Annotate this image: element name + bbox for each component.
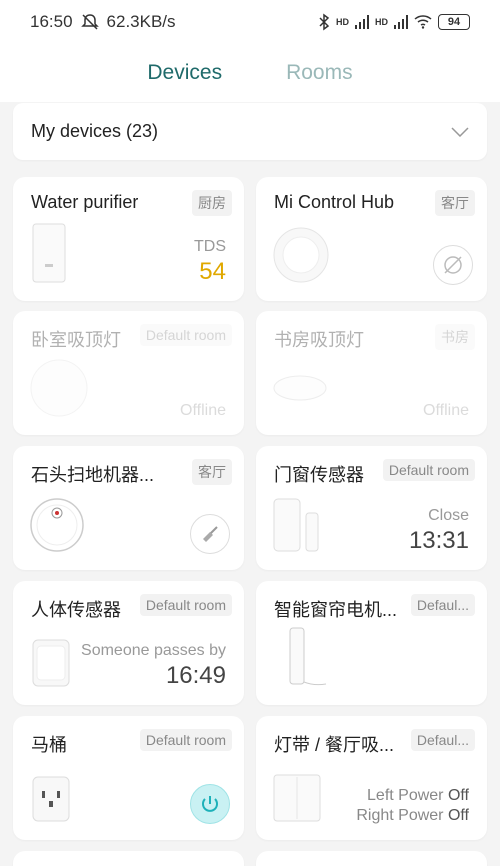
- clean-button[interactable]: [190, 514, 230, 554]
- room-badge: Defaul...: [410, 729, 475, 751]
- device-card-partial[interactable]: [13, 851, 244, 866]
- device-name: 灯带 / 餐厅吸...: [274, 735, 395, 755]
- device-name: Mi Control Hub: [274, 192, 395, 212]
- light-off-icon: [444, 256, 462, 274]
- power-toggle-button[interactable]: [190, 784, 230, 824]
- offline-status: Offline: [423, 402, 469, 419]
- device-name: 智能窗帘电机...: [274, 600, 398, 620]
- tds-label: TDS: [194, 238, 226, 255]
- room-badge: 客厅: [192, 459, 232, 485]
- device-card-door-window-sensor[interactable]: 门窗传感器 Default room Close 13:31: [256, 446, 487, 570]
- room-badge: 客厅: [435, 190, 475, 216]
- device-card-bedroom-ceiling-light[interactable]: 卧室吸顶灯 Default room Offline: [13, 311, 244, 435]
- device-card-toilet-plug[interactable]: 马桶 Default room: [13, 716, 244, 840]
- left-power-label: Left Power: [367, 787, 444, 804]
- device-name: 石头扫地机器...: [31, 465, 155, 485]
- ceiling-light-image: [272, 374, 328, 407]
- device-card-dual-switch[interactable]: 灯带 / 餐厅吸... Defaul... Left Power Off Rig…: [256, 716, 487, 840]
- wall-switch-image: [272, 773, 322, 828]
- wifi-icon: [414, 15, 432, 29]
- signal-icon: HD: [336, 17, 349, 27]
- room-badge: 厨房: [192, 190, 232, 216]
- room-badge: Defaul...: [410, 594, 475, 616]
- network-speed: 62.3KB/s: [106, 12, 176, 31]
- sensor-state: Close: [428, 507, 469, 524]
- my-devices-dropdown[interactable]: My devices (23): [13, 103, 487, 160]
- motion-sensor-image: [29, 638, 73, 693]
- control-hub-image: [272, 226, 330, 289]
- status-time: 16:50: [30, 12, 73, 31]
- device-name: 书房吸顶灯: [274, 330, 364, 350]
- device-card-partial-2[interactable]: [256, 851, 487, 866]
- motion-state: Someone passes by: [81, 642, 226, 659]
- device-name: 卧室吸顶灯: [31, 330, 121, 350]
- device-card-water-purifier[interactable]: Water purifier 厨房 TDS 54: [13, 177, 244, 301]
- no-light-toggle-button[interactable]: [433, 245, 473, 285]
- motion-time: 16:49: [165, 662, 226, 689]
- room-badge: Default room: [139, 594, 232, 616]
- device-card-curtain-motor[interactable]: 智能窗帘电机... Defaul...: [256, 581, 487, 705]
- right-power-value: Off: [447, 807, 469, 824]
- device-name: 马桶: [31, 735, 67, 755]
- tab-devices[interactable]: Devices: [147, 61, 222, 85]
- chevron-down-icon: [451, 126, 469, 137]
- ceiling-light-image: [29, 358, 89, 423]
- device-card-motion-sensor[interactable]: 人体传感器 Default room Someone passes by 16:…: [13, 581, 244, 705]
- tds-status: TDS 54: [194, 237, 226, 287]
- water-purifier-image: [29, 222, 69, 289]
- my-devices-label: My devices (23): [31, 121, 159, 141]
- mute-bell-icon: [80, 14, 99, 30]
- power-icon: [202, 796, 218, 812]
- right-power-label: Right Power: [356, 807, 444, 824]
- switch-status: Left Power Off Right Power Off: [356, 786, 469, 826]
- room-badge: Default room: [382, 459, 475, 481]
- device-name: Water purifier: [31, 192, 139, 212]
- device-card-robot-vacuum[interactable]: 石头扫地机器... 客厅: [13, 446, 244, 570]
- smart-plug-image: [29, 775, 73, 828]
- room-badge: Default room: [139, 729, 232, 751]
- motion-status: Someone passes by 16:49: [81, 641, 226, 691]
- signal-bars-icon-2: [394, 15, 408, 29]
- bluetooth-icon: [319, 13, 330, 31]
- device-card-study-ceiling-light[interactable]: 书房吸顶灯 书房 Offline: [256, 311, 487, 435]
- device-card-mi-control-hub[interactable]: Mi Control Hub 客厅: [256, 177, 487, 301]
- room-badge: 书房: [435, 324, 475, 350]
- tds-value: 54: [199, 258, 226, 285]
- sensor-time: 13:31: [408, 527, 469, 554]
- top-tabs: Devices Rooms: [0, 44, 500, 102]
- offline-status: Offline: [180, 402, 226, 419]
- room-badge: Default room: [139, 324, 232, 346]
- device-name: 门窗传感器: [274, 465, 364, 485]
- broom-icon: [203, 526, 218, 542]
- robot-vacuum-image: [29, 497, 85, 558]
- tab-rooms[interactable]: Rooms: [286, 61, 353, 85]
- signal-icon-2: HD: [375, 17, 388, 27]
- sensor-status: Close 13:31: [409, 506, 469, 556]
- status-bar: 16:50 62.3KB/s HD HD 94: [0, 0, 500, 44]
- door-sensor-image: [272, 497, 322, 558]
- curtain-motor-image: [272, 626, 332, 693]
- signal-bars-icon: [355, 15, 369, 29]
- left-power-value: Off: [447, 787, 469, 804]
- battery-indicator: 94: [438, 14, 470, 30]
- device-name: 人体传感器: [31, 600, 121, 620]
